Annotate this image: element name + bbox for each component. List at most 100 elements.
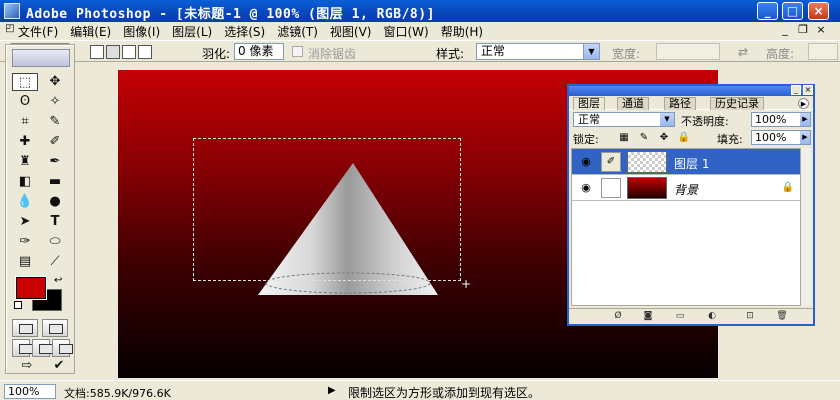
link-cell[interactable]	[601, 178, 621, 198]
lasso-tool-icon[interactable]: ʘ	[12, 93, 38, 111]
dodge-tool-icon[interactable]: ●	[42, 193, 68, 211]
healing-brush-tool-icon[interactable]: ✚	[12, 133, 38, 151]
path-selection-tool-icon[interactable]: ➤	[12, 213, 38, 231]
document-menu-icon[interactable]: ◰	[3, 23, 17, 34]
slice-tool-icon[interactable]: ✎	[42, 113, 68, 131]
opacity-input[interactable]: 100% ▶	[751, 112, 811, 127]
tab-history[interactable]: 历史记录	[710, 97, 764, 110]
tab-paths[interactable]: 路径	[664, 97, 696, 110]
new-layer-icon[interactable]: ⊡	[743, 311, 757, 322]
document-size[interactable]: 文档:585.9K/976.6K	[64, 385, 171, 400]
new-selection-icon[interactable]	[90, 45, 104, 59]
layer-mask-icon[interactable]: ◙	[641, 311, 655, 322]
lock-transparent-icon[interactable]: ▦	[617, 131, 631, 144]
move-tool-icon[interactable]: ✥	[42, 73, 68, 91]
marquee-tool-icon[interactable]: ⬚	[12, 73, 38, 91]
layer-thumbnail	[627, 151, 667, 173]
new-set-icon[interactable]: ▭	[673, 311, 687, 322]
subtract-selection-icon[interactable]	[122, 45, 136, 59]
rectangular-selection-marquee	[193, 138, 461, 281]
magic-wand-tool-icon[interactable]: ✧	[42, 93, 68, 111]
quick-mask-button[interactable]	[42, 319, 68, 337]
layer-list-scrollbar[interactable]	[801, 148, 811, 306]
default-colors-icon[interactable]	[14, 301, 22, 309]
layer-row[interactable]: ◉ 背景 🔒	[572, 175, 800, 201]
feather-input[interactable]: 0 像素	[234, 43, 284, 60]
layers-panel: _ × 图层 通道 路径 历史记录 ▶ 正常 ▼ 不透明度: 100% ▶ 锁定…	[567, 84, 815, 326]
adjustment-layer-icon[interactable]: ◐	[705, 311, 719, 322]
zoom-input[interactable]: 100%	[4, 384, 56, 399]
menu-filter[interactable]: 滤镜(T)	[277, 23, 318, 40]
status-hint: 限制选区为方形或添加到现有选区。	[348, 386, 541, 400]
chevron-down-icon: ▼	[583, 44, 599, 59]
screen-mode-full-button[interactable]	[52, 339, 73, 357]
imageready-icon[interactable]: ✔	[46, 357, 72, 375]
width-input[interactable]	[656, 43, 720, 60]
close-button[interactable]: ×	[808, 2, 829, 20]
brush-link-icon[interactable]: ✐	[601, 152, 621, 172]
layer-row[interactable]: ◉ ✐ 图层 1	[572, 149, 800, 175]
menu-help[interactable]: 帮助(H)	[441, 23, 483, 40]
tab-layers[interactable]: 图层	[573, 97, 605, 110]
lock-all-icon[interactable]: 🔒	[677, 131, 691, 144]
photoshop-feather-logo[interactable]	[12, 49, 70, 67]
blur-tool-icon[interactable]: 💧	[12, 193, 38, 211]
blend-mode-select[interactable]: 正常 ▼	[573, 112, 675, 127]
menu-file[interactable]: 文件(F)	[18, 23, 58, 40]
clone-stamp-tool-icon[interactable]: ♜	[12, 153, 38, 171]
menu-view[interactable]: 视图(V)	[330, 23, 372, 40]
add-to-selection-icon[interactable]	[106, 45, 120, 59]
height-input[interactable]	[808, 43, 838, 60]
eye-icon[interactable]: ◉	[576, 181, 596, 195]
screen-mode-full-menu-button[interactable]	[32, 339, 53, 357]
doc-restore-button[interactable]: ❐	[796, 23, 810, 36]
antialias-checkbox[interactable]	[292, 46, 303, 57]
layer-style-icon[interactable]: Ø	[611, 311, 625, 322]
foreground-color-swatch[interactable]	[16, 277, 46, 299]
panel-menu-icon[interactable]: ▶	[798, 98, 809, 109]
trash-icon[interactable]: 🗑	[775, 311, 789, 322]
menu-image[interactable]: 图像(I)	[123, 23, 160, 40]
intersect-selection-icon[interactable]	[138, 45, 152, 59]
history-brush-tool-icon[interactable]: ✒	[42, 153, 68, 171]
menu-window[interactable]: 窗口(W)	[383, 23, 428, 40]
toolbox: ⬚ ✥ ʘ ✧ ⌗ ✎ ✚ ✐ ♜ ✒ ◧ ▬ 💧 ● ➤ T ✑ ⬭ ▤ ⟋ …	[5, 44, 75, 374]
standard-mode-button[interactable]	[12, 319, 38, 337]
swap-dimensions-icon[interactable]: ⇄	[738, 45, 748, 59]
panel-minimize-icon[interactable]: _	[791, 85, 801, 95]
screen-mode-standard-button[interactable]	[12, 339, 33, 357]
lock-fill-row: 锁定: ▦ ✎ ✥ 🔒 填充: 100% ▶	[569, 129, 813, 147]
crop-tool-icon[interactable]: ⌗	[12, 113, 38, 131]
lock-label: 锁定:	[573, 133, 599, 146]
notes-tool-icon[interactable]: ▤	[12, 253, 38, 271]
eyedropper-tool-icon[interactable]: ⟋	[42, 253, 68, 271]
fill-input[interactable]: 100% ▶	[751, 130, 811, 145]
maximize-button[interactable]: □	[782, 2, 803, 20]
type-tool-icon[interactable]: T	[42, 213, 68, 231]
options-bar: 羽化: 0 像素 消除锯齿 样式: 正常 ▼ 宽度: ⇄ 高度:	[0, 40, 840, 62]
style-select-value: 正常	[481, 44, 506, 58]
doc-close-button[interactable]: ×	[814, 23, 828, 36]
lock-position-icon[interactable]: ✥	[657, 131, 671, 144]
shape-tool-icon[interactable]: ⬭	[42, 233, 68, 251]
eye-icon[interactable]: ◉	[576, 155, 596, 169]
gradient-tool-icon[interactable]: ▬	[42, 173, 68, 191]
tab-channels[interactable]: 通道	[617, 97, 649, 110]
jump-to-imageready-icon[interactable]: ⇨	[12, 357, 42, 375]
fill-value: 100%	[755, 131, 787, 144]
layer-name: 图层 1	[674, 157, 710, 171]
swap-colors-icon[interactable]: ↩	[54, 275, 62, 286]
lock-image-icon[interactable]: ✎	[637, 131, 651, 144]
panel-close-icon[interactable]: ×	[803, 85, 813, 95]
play-right-icon[interactable]: ▶	[328, 385, 336, 396]
menu-edit[interactable]: 编辑(E)	[70, 23, 111, 40]
brush-tool-icon[interactable]: ✐	[42, 133, 68, 151]
minimize-button[interactable]: _	[757, 2, 778, 20]
layer-thumbnail	[627, 177, 667, 199]
eraser-tool-icon[interactable]: ◧	[12, 173, 38, 191]
doc-minimize-button[interactable]: _	[778, 23, 792, 36]
style-select[interactable]: 正常 ▼	[476, 43, 600, 60]
menu-select[interactable]: 选择(S)	[224, 23, 265, 40]
menu-layer[interactable]: 图层(L)	[172, 23, 212, 40]
pen-tool-icon[interactable]: ✑	[12, 233, 38, 251]
